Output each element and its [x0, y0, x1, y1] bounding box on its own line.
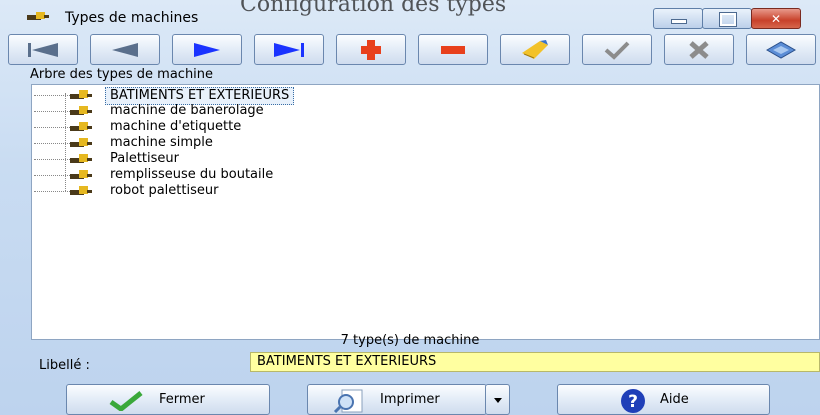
tree-item-label: machine simple [110, 135, 213, 150]
add-button[interactable] [336, 34, 406, 65]
validate-button[interactable] [582, 34, 652, 65]
machine-type-icon [70, 186, 92, 195]
svg-text:?: ? [628, 392, 638, 412]
toolbar [8, 34, 820, 67]
delete-button[interactable] [418, 34, 488, 65]
tree-item-label: remplisseuse du boutaile [110, 167, 274, 182]
previous-record-icon [112, 42, 138, 57]
print-options-dropdown[interactable] [485, 384, 510, 415]
last-record-button[interactable] [254, 34, 324, 65]
print-preview-icon [333, 389, 363, 413]
tree-item-label: robot palettiseur [110, 183, 219, 198]
minimize-button[interactable] [653, 8, 703, 29]
close-icon: ✕ [770, 11, 782, 26]
next-record-button[interactable] [172, 34, 242, 65]
help-icon: ? [621, 389, 645, 413]
chevron-down-icon [494, 398, 502, 403]
first-record-icon [28, 42, 58, 57]
first-record-button[interactable] [8, 34, 78, 65]
close-button-label: Fermer [159, 392, 205, 407]
help-button[interactable]: ? Aide [557, 384, 770, 415]
tree-item-label: machine d'etiquette [110, 119, 242, 134]
edit-button[interactable] [500, 34, 570, 65]
minimize-icon [671, 19, 687, 24]
check-icon [604, 41, 630, 60]
machine-type-icon [70, 122, 92, 131]
edit-brush-icon [522, 39, 548, 59]
cancel-x-icon [689, 40, 709, 59]
delete-icon [441, 45, 465, 54]
keyboard-icon [765, 40, 797, 59]
last-record-icon [274, 42, 304, 57]
window-title: Types de machines [65, 10, 199, 26]
machine-type-icon [27, 12, 49, 20]
libelle-label: Libellé : [39, 358, 90, 373]
window: Configuration des types Types de machine… [0, 0, 820, 415]
tree-connector-line [65, 93, 66, 191]
close-window-button[interactable]: ✕ [751, 8, 801, 29]
libelle-field[interactable]: BATIMENTS ET EXTERIEURS [250, 352, 820, 372]
maximize-icon [719, 12, 737, 27]
print-button-label: Imprimer [380, 392, 440, 407]
check-icon [109, 391, 143, 411]
machine-type-icon [70, 170, 92, 179]
machine-type-icon [70, 154, 92, 163]
help-button-label: Aide [660, 392, 689, 407]
machine-type-icon [70, 138, 92, 147]
machine-type-tree[interactable]: BATIMENTS ET EXTERIEURS machine de baner… [31, 84, 820, 340]
type-count: 7 type(s) de machine [340, 333, 480, 348]
print-button[interactable]: Imprimer [307, 384, 487, 415]
close-button[interactable]: Fermer [66, 384, 270, 415]
previous-record-button[interactable] [90, 34, 160, 65]
options-button[interactable] [746, 34, 816, 65]
maximize-button[interactable] [702, 8, 752, 29]
add-icon [361, 39, 381, 60]
window-controls: ✕ [653, 8, 806, 29]
cancel-button[interactable] [664, 34, 734, 65]
next-record-icon [194, 42, 220, 57]
machine-type-icon [70, 90, 92, 99]
tree-item-label: machine de banerolage [110, 103, 264, 118]
tree-label: Arbre des types de machine [30, 67, 214, 82]
tree-item-label: Palettiseur [110, 151, 179, 166]
machine-type-icon [70, 106, 92, 115]
title-bar[interactable]: Types de machines ✕ [0, 0, 820, 30]
